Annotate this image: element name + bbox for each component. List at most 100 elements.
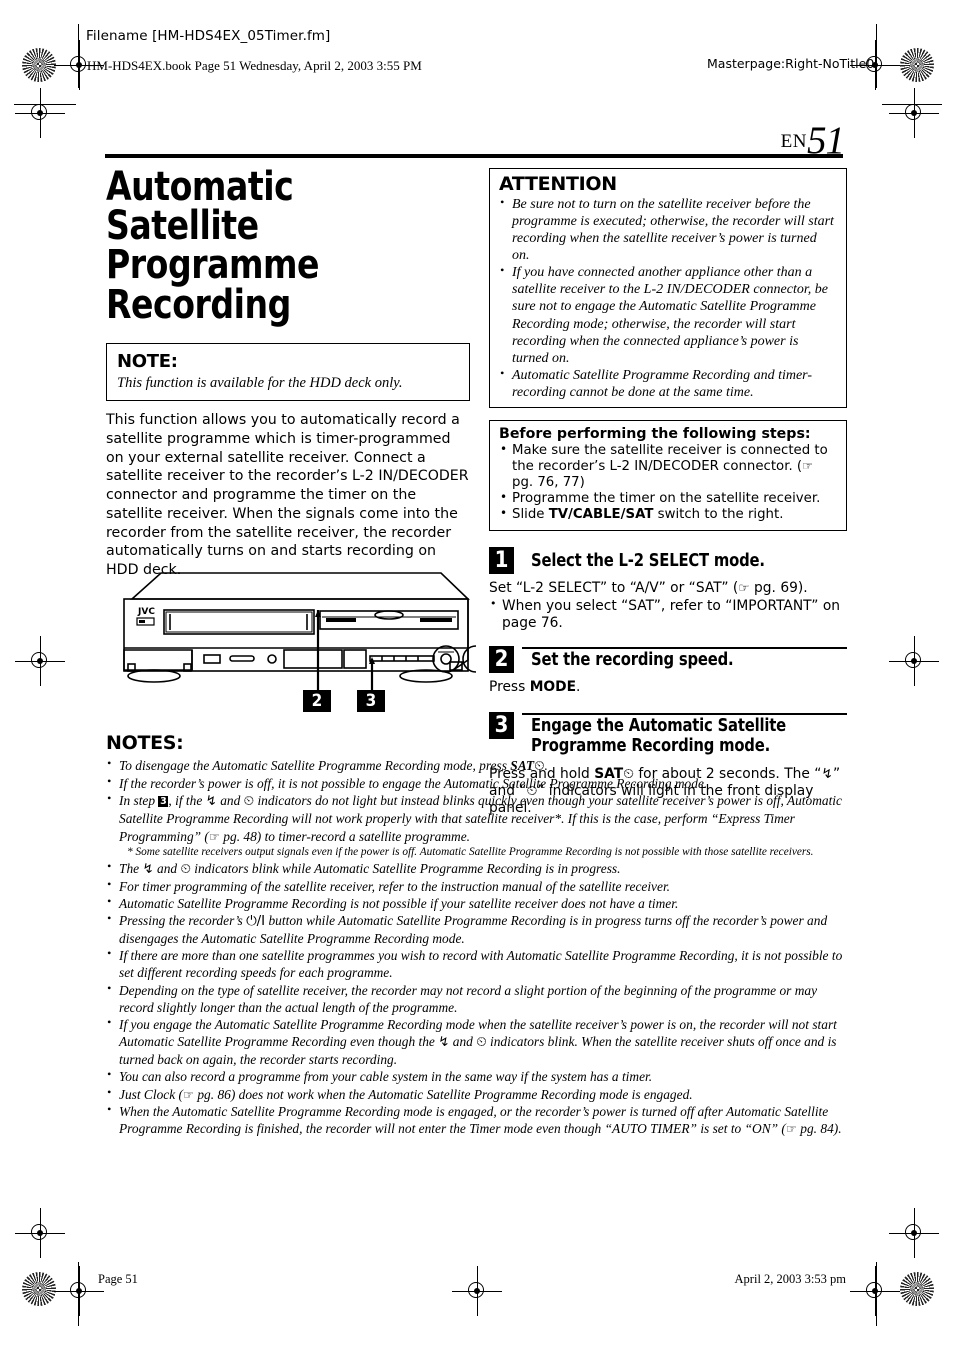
step-2-body-pre: Press: [489, 679, 530, 696]
step-2: 2 Set the recording speed. Press MODE.: [489, 646, 847, 696]
notes-heading: NOTES:: [106, 732, 184, 754]
notes-section: NOTES: To disengage the Automatic Satell…: [106, 732, 848, 1138]
before-steps-heading: Before performing the following steps:: [499, 425, 811, 442]
notes-item-mid2: and: [449, 1034, 477, 1050]
header-book-line: HM-HDS4EX.book Page 51 Wednesday, April …: [87, 58, 422, 73]
notes-list: To disengage the Automatic Satellite Pro…: [106, 756, 848, 1138]
notes-item-text: Just Clock (: [119, 1086, 183, 1102]
step-reference-badge: 3: [158, 796, 169, 808]
notes-footnote: * Some satellite receivers output signal…: [127, 846, 814, 859]
notes-item-text-post: .: [544, 758, 548, 773]
mode-button-label: MODE: [529, 679, 577, 696]
illustration-callout-3: 3: [357, 690, 385, 712]
notes-item: You can also record a programme from you…: [106, 1067, 848, 1085]
registration-mark-bottom-right-outer: [889, 1208, 939, 1258]
notes-item: If there are more than one satellite pro…: [106, 946, 848, 981]
note-box-text: This function is available for the HDD d…: [117, 374, 403, 391]
left-column: Automatic Satellite Programme Recording …: [106, 164, 470, 580]
clock-icon: ⏲: [243, 794, 255, 810]
document-page: Filename [HM-HDS4EX_05Timer.fm] HM-HDS4E…: [0, 0, 954, 1351]
before-item-3-pre: Slide: [512, 507, 549, 523]
clock-icon: ⏲: [180, 861, 191, 877]
page-title: Automatic Satellite Programme Recording: [106, 164, 320, 328]
notes-item: When the Automatic Satellite Programme R…: [106, 1102, 848, 1138]
crop-line-top-right: [882, 104, 942, 105]
clock-icon: ⏲: [534, 759, 545, 774]
step-1-body-pre: Set “L-2 SELECT” to “A/V” or “SAT” (: [489, 580, 739, 597]
callout-3-label: 3: [365, 691, 377, 711]
step-2-number: 2: [489, 646, 514, 674]
step-1-number: 1: [489, 547, 514, 575]
satellite-dish-icon: ↯: [142, 861, 154, 877]
attention-box: ATTENTION Be sure not to turn on the sat…: [489, 168, 847, 408]
before-steps-item: Slide TV/CABLE/SAT switch to the right.: [499, 506, 837, 523]
crop-line-top: [14, 104, 76, 105]
pointing-hand-icon: ☞: [208, 829, 220, 844]
step-2-title: Set the recording speed.: [531, 650, 734, 671]
notes-item: Automatic Satellite Programme Recording …: [106, 894, 848, 912]
notes-item-text: The: [119, 860, 143, 876]
before-steps-item: Programme the timer on the satellite rec…: [499, 490, 837, 507]
step-2-header: 2 Set the recording speed.: [489, 646, 847, 674]
clock-icon: ⏲: [476, 1035, 487, 1051]
notes-item-mid2: and: [216, 793, 244, 809]
registration-mark-right-middle: [889, 636, 939, 686]
notes-item: Just Clock (☞ pg. 86) does not work when…: [106, 1085, 848, 1104]
notes-item-post: pg. 48) to timer-record a satellite prog…: [219, 828, 470, 844]
before-steps-item: Make sure the satellite receiver is conn…: [499, 442, 837, 491]
notes-item: For timer programming of the satellite r…: [106, 877, 848, 895]
page-language-code: EN: [780, 131, 807, 152]
sat-button-label: SAT: [510, 758, 535, 773]
pointing-hand-icon: ☞: [738, 580, 750, 596]
step-1-title: Select the L-2 SELECT mode.: [531, 551, 765, 572]
registration-mark-bottom-left: [54, 1266, 104, 1316]
notes-item-mid2: and: [153, 860, 181, 876]
notes-item-text: When the Automatic Satellite Programme R…: [119, 1104, 829, 1137]
header-masterpage: Masterpage:Right-NoTitle0: [707, 56, 875, 71]
notes-item-post: pg. 84).: [796, 1121, 842, 1137]
star-target-bottom-left: [22, 1272, 56, 1306]
notes-item-text: In step: [119, 793, 159, 809]
satellite-dish-icon: ↯: [205, 794, 217, 810]
registration-mark-bottom-left-outer: [15, 1208, 65, 1258]
star-target-top-right: [900, 48, 934, 82]
crop-line-right-bottom: [876, 1262, 877, 1326]
notes-item: If you engage the Automatic Satellite Pr…: [106, 1015, 848, 1068]
before-steps-box: Before performing the following steps: M…: [489, 419, 847, 532]
before-item-1-text: Make sure the satellite receiver is conn…: [512, 442, 828, 475]
notes-item-post: indicators blink while Automatic Satelli…: [190, 860, 621, 876]
header-rule: [105, 154, 843, 158]
notes-item: Pressing the recorder’s ⏻/I button while…: [106, 911, 848, 947]
footer-page-label: Page 51: [98, 1272, 138, 1286]
before-item-1-ref: pg. 76, 77): [512, 475, 585, 491]
crop-line-left-bottom: [78, 1262, 79, 1326]
footer-date-label: April 2, 2003 3:53 pm: [734, 1272, 846, 1286]
header-filename: Filename [HM-HDS4EX_05Timer.fm]: [86, 28, 331, 44]
notes-item: To disengage the Automatic Satellite Pro…: [106, 756, 848, 775]
satellite-dish-icon: ↯: [438, 1035, 450, 1051]
right-column: ATTENTION Be sure not to turn on the sat…: [489, 168, 847, 817]
notes-item-post: pg. 86) does not work when the Automatic…: [194, 1086, 693, 1102]
step-2-body-post: .: [576, 679, 581, 696]
before-item-3-post: switch to the right.: [653, 507, 784, 523]
attention-item: Be sure not to turn on the satellite rec…: [499, 195, 837, 264]
power-icon: ⏻/I: [246, 913, 266, 929]
illustration-callout-2: 2: [303, 690, 331, 712]
registration-mark-left-middle: [15, 636, 65, 686]
crop-line-left: [78, 24, 79, 88]
note-box: NOTE: This function is available for the…: [106, 342, 470, 402]
star-target-top-left: [22, 48, 56, 82]
notes-item-text: Pressing the recorder’s: [119, 912, 247, 928]
star-target-bottom-right: [900, 1272, 934, 1306]
pointing-hand-icon: ☞: [182, 1087, 195, 1102]
notes-item: In step 3, if the ↯ and ⏲ indicators do …: [106, 791, 848, 859]
step-1-body-post: pg. 69).: [749, 580, 808, 597]
pointing-hand-icon: ☞: [802, 459, 814, 474]
attention-item: If you have connected another appliance …: [499, 263, 837, 366]
note-box-heading: NOTE:: [117, 350, 178, 372]
attention-heading: ATTENTION: [499, 173, 617, 195]
attention-list: Be sure not to turn on the satellite rec…: [499, 195, 837, 401]
step-1: 1 Select the L-2 SELECT mode. Set “L-2 S…: [489, 547, 847, 632]
callout-2-label: 2: [311, 691, 323, 711]
intro-paragraph: This function allows you to automaticall…: [106, 412, 469, 579]
